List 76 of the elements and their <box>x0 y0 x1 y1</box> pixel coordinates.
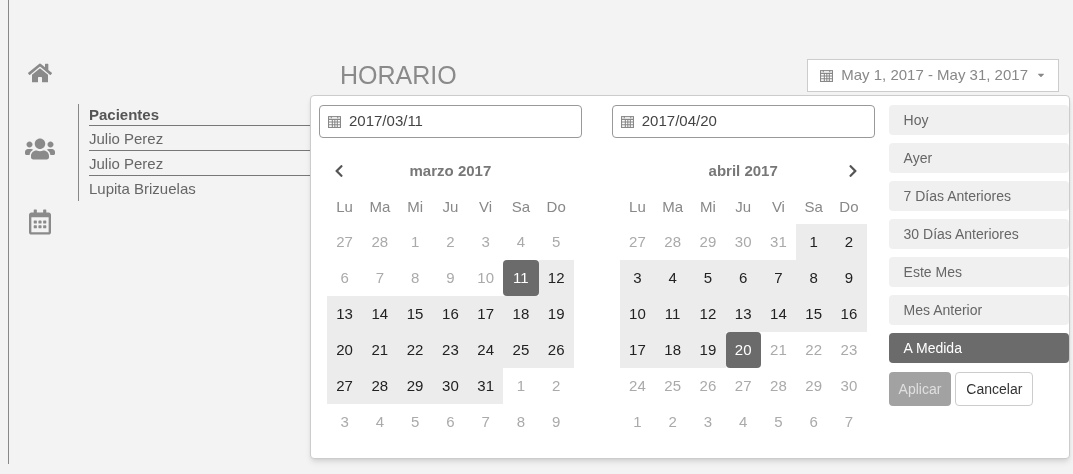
calendar-day[interactable]: 19 <box>538 296 574 332</box>
next-month-icon[interactable] <box>846 164 859 178</box>
calendar-day[interactable]: 18 <box>503 296 539 332</box>
calendar-day[interactable]: 9 <box>831 260 867 296</box>
weekday-label: Mi <box>406 196 425 217</box>
calendar-day[interactable]: 15 <box>796 296 832 332</box>
calendar-day[interactable]: 2 <box>831 224 867 260</box>
weekday-label: Lu <box>628 196 647 217</box>
calendar-icon <box>328 115 341 128</box>
calendar-day[interactable]: 19 <box>690 332 726 368</box>
calendar-day[interactable]: 12 <box>538 260 574 296</box>
page-title: HORARIO <box>340 60 457 90</box>
weekday-label: Ma <box>368 196 392 217</box>
calendar-day[interactable]: 29 <box>397 368 433 404</box>
calendar-day[interactable]: 17 <box>619 332 655 368</box>
date-input-field[interactable]: 2017/03/11 <box>319 105 582 138</box>
calendar-day[interactable]: 13 <box>725 296 761 332</box>
range-option[interactable]: Hoy <box>888 105 1069 135</box>
calendar-day[interactable]: 21 <box>362 332 398 368</box>
users-icon[interactable] <box>25 136 55 162</box>
weekday-label: Do <box>838 196 860 217</box>
calendar-day[interactable]: 22 <box>397 332 433 368</box>
calendar-day[interactable]: 8 <box>796 260 832 296</box>
calendar-day[interactable]: 18 <box>655 332 691 368</box>
range-option[interactable]: Mes Anterior <box>888 295 1069 325</box>
calendar-day[interactable]: 20 <box>725 332 761 368</box>
calendar-icon <box>820 68 834 82</box>
weekday-label: Do <box>545 196 567 217</box>
range-option[interactable]: Ayer <box>888 143 1069 173</box>
calendar-day[interactable]: 23 <box>432 332 468 368</box>
calendar-day[interactable]: 13 <box>327 296 363 332</box>
range-option[interactable]: 30 Días Anteriores <box>888 219 1069 249</box>
weekday-label: Ju <box>441 196 460 217</box>
cancel-button[interactable]: Cancelar <box>955 372 1034 406</box>
calendar-day[interactable]: 30 <box>432 368 468 404</box>
calendar-day[interactable]: 15 <box>397 296 433 332</box>
range-option[interactable]: A Medida <box>888 333 1069 363</box>
calendar-day[interactable]: 6 <box>725 260 761 296</box>
date-input-field[interactable]: 2017/04/20 <box>611 105 875 138</box>
previous-month-icon[interactable] <box>333 164 345 178</box>
calendar-day[interactable]: 11 <box>655 296 691 332</box>
date-range-button[interactable]: May 1, 2017 - May 31, 2017 <box>807 58 1059 92</box>
calendar-day[interactable]: 3 <box>619 260 655 296</box>
calendar-day[interactable]: 25 <box>503 332 539 368</box>
calendar-day[interactable]: 28 <box>362 368 398 404</box>
calendar-day[interactable]: 31 <box>468 368 504 404</box>
month-title: abril 2017 <box>708 160 778 181</box>
calendar-day[interactable]: 24 <box>468 332 504 368</box>
weekday-label: Sa <box>803 196 824 217</box>
weekday-label: Mi <box>699 196 717 217</box>
range-option[interactable]: 7 Días Anteriores <box>888 181 1069 211</box>
calendar-day[interactable]: 20 <box>327 332 363 368</box>
calendar-day[interactable]: 7 <box>760 260 797 296</box>
weekday-label: Sa <box>510 196 532 217</box>
home-icon[interactable] <box>28 62 52 84</box>
weekday-label: Lu <box>335 196 354 217</box>
calendar-icon[interactable] <box>29 208 51 236</box>
weekday-label: Vi <box>770 196 786 217</box>
calendar-day[interactable]: 4 <box>655 260 691 296</box>
calendar-day[interactable]: 10 <box>619 296 655 332</box>
calendar-day[interactable]: 12 <box>690 296 726 332</box>
weekday-label: Ju <box>734 196 753 217</box>
weekday-label: Vi <box>478 196 494 217</box>
calendar-icon <box>620 115 634 128</box>
calendar-day[interactable]: 26 <box>538 332 574 368</box>
calendar-day[interactable]: 14 <box>760 296 797 332</box>
range-option[interactable]: Este Mes <box>888 257 1069 287</box>
calendar-day[interactable]: 17 <box>468 296 504 332</box>
calendar-day[interactable]: 1 <box>796 224 832 260</box>
calendar-day[interactable]: 16 <box>831 296 867 332</box>
weekday-label: Ma <box>661 196 685 217</box>
calendar-day[interactable]: 27 <box>327 368 363 404</box>
calendar-day[interactable]: 16 <box>432 296 468 332</box>
calendar-day[interactable]: 14 <box>362 296 398 332</box>
calendar-day[interactable]: 11 <box>503 260 539 296</box>
calendar-day[interactable]: 5 <box>690 260 726 296</box>
